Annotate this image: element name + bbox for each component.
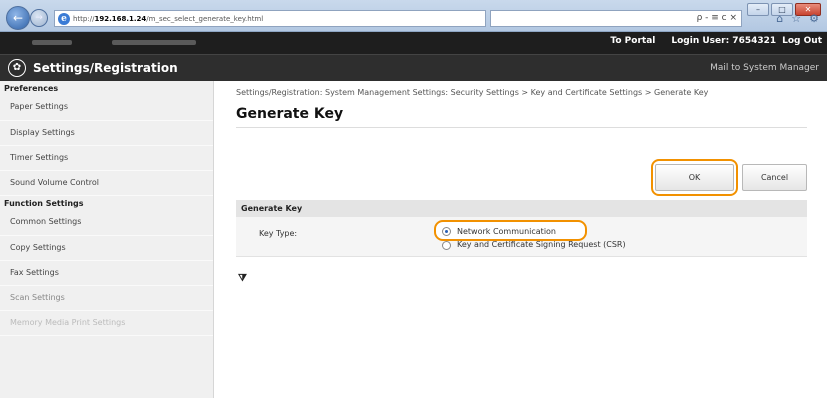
- option-key-and-csr-label[interactable]: Key and Certificate Signing Request (CSR…: [457, 240, 626, 249]
- address-bar[interactable]: e http://192.168.1.24/m_sec_select_gener…: [54, 10, 486, 27]
- sidebar-item-fax-settings[interactable]: Fax Settings: [0, 261, 213, 286]
- sidebar-item-sound-volume-control[interactable]: Sound Volume Control: [0, 171, 213, 196]
- settings-logo-icon: ✿: [8, 59, 26, 77]
- sidebar-item-scan-settings[interactable]: Scan Settings: [0, 286, 213, 311]
- page-title: Generate Key: [236, 106, 344, 122]
- ok-button[interactable]: OK: [655, 164, 734, 191]
- sidebar-item-paper-settings[interactable]: Paper Settings: [0, 96, 213, 121]
- browser-titlebar: – □ ✕ ← → e http://192.168.1.24/m_sec_se…: [0, 0, 827, 32]
- back-button[interactable]: ←: [6, 6, 30, 30]
- sidebar-item-common-settings[interactable]: Common Settings: [0, 211, 213, 236]
- panel-title: Generate Key: [236, 200, 807, 217]
- device-model-redacted: [112, 40, 196, 45]
- logout-link[interactable]: Log Out: [782, 36, 822, 46]
- login-user-text: Login User: 7654321: [671, 36, 777, 46]
- device-bar-links: To Portal Login User: 7654321 Log Out: [610, 36, 822, 46]
- sidebar-item-memory-media-print-settings[interactable]: Memory Media Print Settings: [0, 311, 213, 336]
- to-portal-link[interactable]: To Portal: [610, 36, 655, 46]
- radio-network-communication[interactable]: [442, 227, 451, 236]
- breadcrumb: Settings/Registration: System Management…: [236, 88, 709, 97]
- forward-button[interactable]: →: [30, 9, 48, 27]
- search-refresh-controls[interactable]: ρ - ≡ c ×: [490, 10, 742, 27]
- browser-toolbar-icons: ⌂ ☆ ⚙: [776, 12, 819, 25]
- favorites-star-icon[interactable]: ☆: [791, 12, 801, 25]
- ie-page-icon: e: [58, 12, 70, 25]
- key-type-label: Key Type:: [259, 229, 298, 238]
- settings-gear-icon[interactable]: ⚙: [809, 12, 819, 25]
- radio-key-and-csr[interactable]: [442, 241, 451, 250]
- device-info-bar: To Portal Login User: 7654321 Log Out: [0, 32, 827, 54]
- device-name-redacted: [32, 40, 72, 45]
- back-to-top-icon[interactable]: ⧩: [238, 273, 247, 284]
- sidebar-item-copy-settings[interactable]: Copy Settings: [0, 236, 213, 261]
- url-text: http://192.168.1.24/m_sec_select_generat…: [73, 14, 264, 23]
- home-icon[interactable]: ⌂: [776, 12, 783, 25]
- sidebar-heading-preferences: Preferences: [4, 84, 59, 93]
- title-divider: [236, 127, 807, 128]
- app-title: Settings/Registration: [33, 61, 178, 75]
- sidebar-heading-function-settings: Function Settings: [4, 199, 84, 208]
- sidebar: Preferences Paper Settings Display Setti…: [0, 81, 214, 398]
- sidebar-item-display-settings[interactable]: Display Settings: [0, 121, 213, 146]
- mail-to-system-manager-link[interactable]: Mail to System Manager: [710, 63, 819, 73]
- minimize-button[interactable]: –: [747, 3, 769, 16]
- cancel-button[interactable]: Cancel: [742, 164, 807, 191]
- option-network-communication-label[interactable]: Network Communication: [457, 227, 556, 236]
- sidebar-item-timer-settings[interactable]: Timer Settings: [0, 146, 213, 171]
- app-header: ✿ Settings/Registration Mail to System M…: [0, 54, 827, 81]
